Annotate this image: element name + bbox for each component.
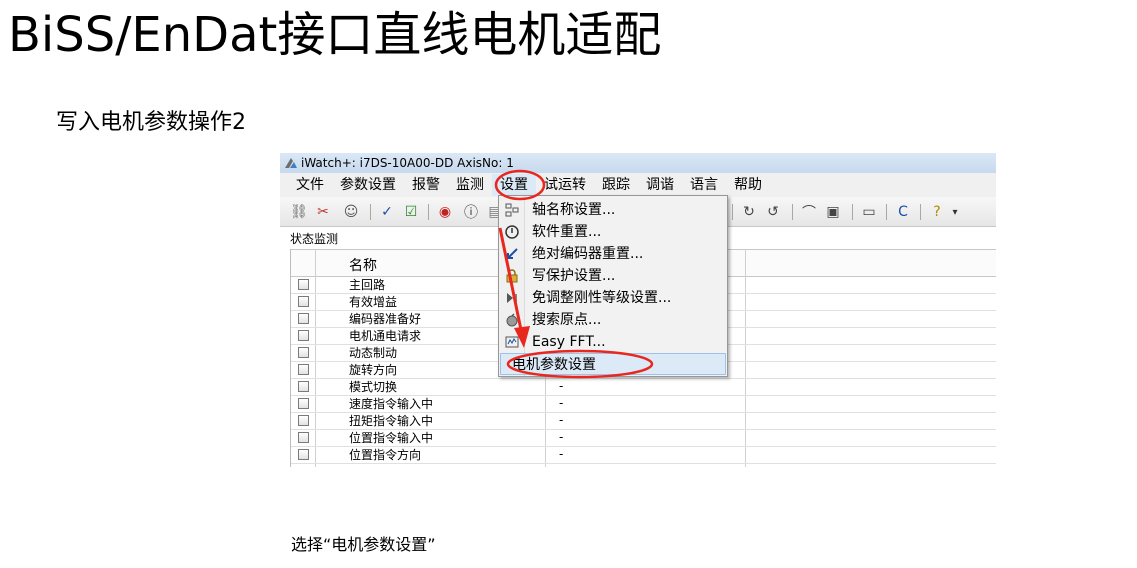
row-value: - (559, 430, 564, 444)
graph-icon[interactable]: ▣ (824, 203, 842, 221)
menu-item-label: 绝对编码器重置... (532, 246, 644, 262)
row-value: - (559, 396, 564, 410)
rotate-back-icon[interactable]: ↺ (764, 203, 782, 221)
menu-item-write-protect[interactable]: 写保护设置... (500, 265, 726, 287)
slide-subtitle: 写入电机参数操作2 (56, 110, 246, 135)
menu-parameters[interactable]: 参数设置 (332, 174, 404, 196)
row-name: 扭矩指令输入中 (349, 414, 434, 428)
menu-item-label: Easy FFT... (532, 334, 606, 350)
toolbar-separator (732, 204, 733, 220)
toolbar-separator (792, 204, 793, 220)
menu-item-origin-search[interactable]: 搜索原点... (500, 309, 726, 331)
menu-help[interactable]: 帮助 (726, 174, 770, 196)
menu-item-label: 软件重置... (532, 224, 602, 240)
row-name: 编码器准备好 (349, 312, 422, 326)
settings-dropdown-menu: 轴名称设置... 软件重置... 绝对编码器重置... 写保护设置... 免调整… (498, 195, 728, 377)
axis-name-icon (504, 202, 520, 218)
row-checkbox[interactable] (298, 296, 309, 307)
table-row: 模式切换 - (291, 379, 996, 396)
row-checkbox[interactable] (298, 398, 309, 409)
toolbar-separator (370, 204, 371, 220)
caption: 选择“电机参数设置” (291, 535, 436, 554)
menu-settings[interactable]: 设置 (492, 174, 536, 196)
menu-item-label: 写保护设置... (532, 268, 616, 284)
row-checkbox[interactable] (298, 364, 309, 375)
menu-tuning[interactable]: 调谐 (638, 174, 682, 196)
dropdown-arrow-icon[interactable]: ▾ (946, 203, 964, 221)
menu-language[interactable]: 语言 (682, 174, 726, 196)
origin-search-icon (504, 312, 520, 328)
row-checkbox[interactable] (298, 279, 309, 290)
row-value: - (559, 413, 564, 427)
table-row: 扭矩指令输入中 - (291, 413, 996, 430)
row-checkbox[interactable] (298, 347, 309, 358)
table-row: 位置指令输入中 - (291, 430, 996, 447)
waveform-icon[interactable]: ⌒ (800, 203, 818, 221)
row-name: 位置指令方向 (349, 448, 422, 462)
table-row: 位置指令方向 - (291, 447, 996, 464)
row-value: - (559, 447, 564, 461)
row-checkbox[interactable] (298, 432, 309, 443)
row-name: 速度指令输入中 (349, 397, 434, 411)
menu-monitor[interactable]: 监测 (448, 174, 492, 196)
table-row: 速度指令输入中 - (291, 396, 996, 413)
toolbar-separator (886, 204, 887, 220)
row-name: 动态制动 (349, 346, 398, 360)
menu-item-easy-fft[interactable]: Easy FFT... (500, 331, 726, 353)
user-icon[interactable]: ☺ (342, 203, 360, 221)
menu-item-software-reset[interactable]: 软件重置... (500, 221, 726, 243)
menu-item-encoder-reset[interactable]: 绝对编码器重置... (500, 243, 726, 265)
help-icon[interactable]: ? (928, 203, 946, 221)
write-protect-icon (504, 268, 520, 284)
toolbar-separator (920, 204, 921, 220)
row-name: 主回路 (349, 278, 386, 292)
rigidity-icon (504, 290, 520, 306)
row-name: 旋转方向 (349, 363, 398, 377)
row-checkbox[interactable] (298, 381, 309, 392)
menu-item-label: 搜索原点... (532, 312, 602, 328)
row-value: - (559, 379, 564, 393)
panel-label: 状态监测 (290, 232, 339, 246)
software-reset-icon (504, 224, 520, 240)
row-name: 位置指令输入中 (349, 431, 434, 445)
menu-item-motor-parameters[interactable]: 电机参数设置 (500, 353, 726, 375)
menu-file[interactable]: 文件 (288, 174, 332, 196)
app-logo-icon (285, 158, 297, 168)
menu-item-rigidity[interactable]: 免调整刚性等级设置... (500, 287, 726, 309)
disconnect-icon[interactable]: ✂ (314, 203, 332, 221)
language-icon[interactable]: C (894, 203, 912, 221)
slide-title: BiSS/EnDat接口直线电机适配 (8, 7, 662, 63)
window-titlebar: iWatch+: i7DS-10A00-DD AxisNo: 1 (280, 153, 996, 173)
row-checkbox[interactable] (298, 415, 309, 426)
row-checkbox[interactable] (298, 449, 309, 460)
toolbar-separator (428, 204, 429, 220)
row-checkbox[interactable] (298, 330, 309, 341)
column-header-name: 名称 (349, 258, 377, 274)
row-name: 有效增益 (349, 295, 398, 309)
row-checkbox[interactable] (298, 313, 309, 324)
menu-item-label: 轴名称设置... (532, 202, 616, 218)
row-name: 模式切换 (349, 380, 398, 394)
check-icon[interactable]: ✓ (378, 203, 396, 221)
menu-alarm[interactable]: 报警 (404, 174, 448, 196)
info-icon[interactable]: ⓘ (462, 203, 480, 221)
menu-item-axis-name[interactable]: 轴名称设置... (500, 199, 726, 221)
menu-item-label: 电机参数设置 (512, 357, 596, 373)
verify-icon[interactable]: ☑ (402, 203, 420, 221)
menubar: 文件 参数设置 报警 监测 设置 试运转 跟踪 调谐 语言 帮助 (280, 173, 996, 197)
row-name: 电机通电请求 (349, 329, 422, 343)
stop-icon[interactable]: ◉ (436, 203, 454, 221)
toolbar-separator (852, 204, 853, 220)
display-icon[interactable]: ▭ (860, 203, 878, 221)
rotate-icon[interactable]: ↻ (740, 203, 758, 221)
menu-test-run[interactable]: 试运转 (536, 174, 594, 196)
fft-icon (504, 334, 520, 350)
window-title: iWatch+: i7DS-10A00-DD AxisNo: 1 (301, 156, 514, 170)
connect-icon[interactable]: ⛓ (290, 203, 308, 221)
menu-trace[interactable]: 跟踪 (594, 174, 638, 196)
menu-item-label: 免调整刚性等级设置... (532, 290, 672, 306)
encoder-reset-icon (504, 246, 520, 262)
